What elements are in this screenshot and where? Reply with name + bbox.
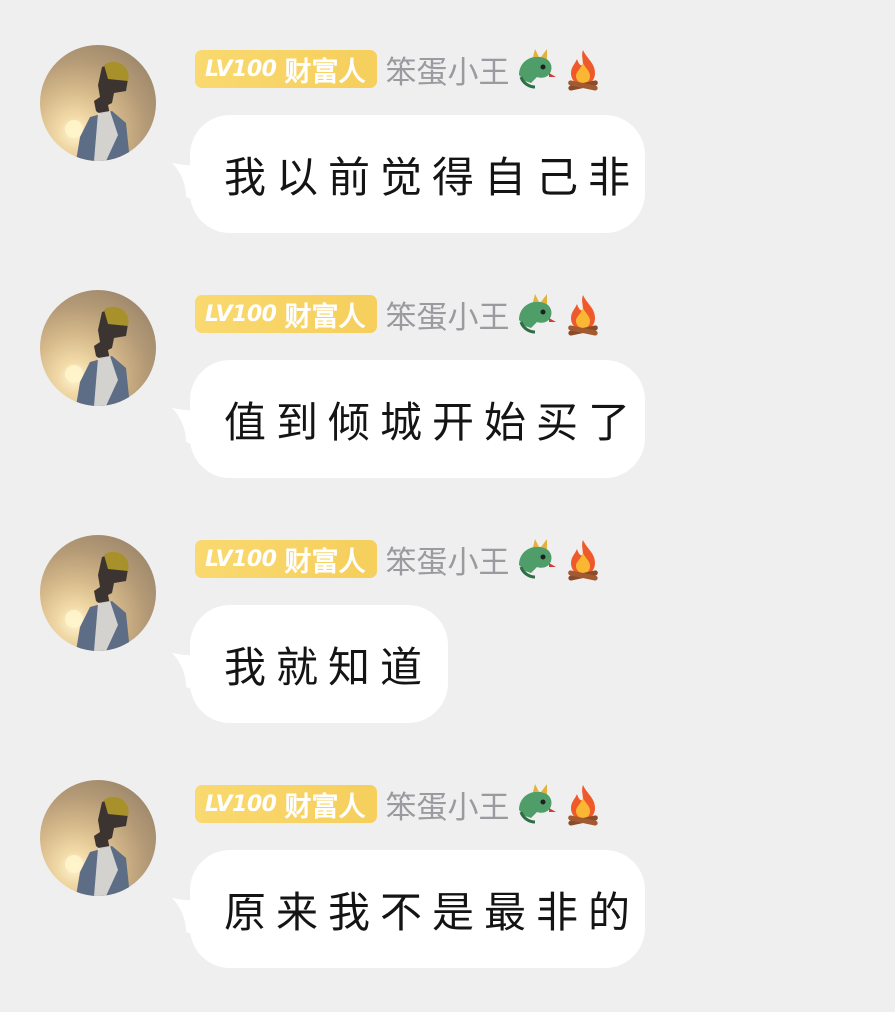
rank-title: 财富人 [284,546,366,578]
message-header: LV100 财富人 笨蛋小王 [195,47,605,92]
rank-title: 财富人 [284,301,366,333]
level-label: LV100 [205,546,277,572]
level-badge[interactable]: LV100 财富人 [195,540,378,578]
fire-icon [568,540,599,581]
message-bubble[interactable]: 值到倾城开始买了 [190,360,645,478]
message-header: LV100 财富人 笨蛋小王 [195,537,605,582]
level-badge[interactable]: LV100 财富人 [195,785,378,823]
level-badge[interactable]: LV100 财富人 [195,50,378,88]
message-header: LV100 财富人 笨蛋小王 [195,292,605,337]
chat-message: LV100 财富人 笨蛋小王 值到倾城开始买了 [0,290,895,490]
chat-message-list: LV100 财富人 笨蛋小王 我以前觉得自己非 LV100 财富人 笨蛋小王 值… [0,0,895,1012]
username[interactable]: 笨蛋小王 [385,537,509,582]
username[interactable]: 笨蛋小王 [385,47,509,92]
rank-title: 财富人 [284,56,366,88]
chat-message: LV100 财富人 笨蛋小王 我就知道 [0,535,895,735]
avatar[interactable] [40,290,156,406]
chat-message: LV100 财富人 笨蛋小王 我以前觉得自己非 [0,45,895,245]
level-badge[interactable]: LV100 财富人 [195,295,378,333]
chat-message: LV100 财富人 笨蛋小王 原来我不是最非的 [0,780,895,980]
avatar[interactable] [40,45,156,161]
dragon-icon [519,784,557,824]
avatar[interactable] [40,780,156,896]
message-header: LV100 财富人 笨蛋小王 [195,782,605,827]
fire-icon [568,785,599,826]
dragon-icon [519,49,557,89]
fire-icon [568,50,599,91]
avatar[interactable] [40,535,156,651]
dragon-icon [519,539,557,579]
message-bubble[interactable]: 原来我不是最非的 [190,850,645,968]
fire-icon [568,295,599,336]
message-bubble[interactable]: 我以前觉得自己非 [190,115,645,233]
level-label: LV100 [205,301,277,327]
dragon-icon [519,294,557,334]
username[interactable]: 笨蛋小王 [385,292,509,337]
level-label: LV100 [205,56,277,82]
message-bubble[interactable]: 我就知道 [190,605,448,723]
username[interactable]: 笨蛋小王 [385,782,509,827]
level-label: LV100 [205,791,277,817]
rank-title: 财富人 [284,791,366,823]
